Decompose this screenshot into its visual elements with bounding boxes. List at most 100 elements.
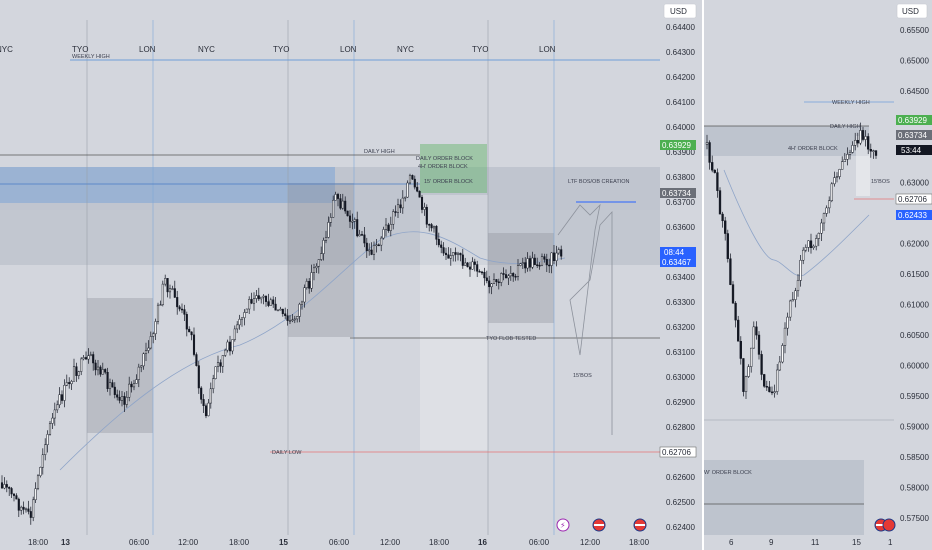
- candle-body: [377, 244, 380, 247]
- candle-body: [356, 219, 359, 237]
- candle-body: [444, 252, 448, 255]
- right-chart-panel[interactable]: DAILY HIGH WEEKLY HIGH 4H' ORDER BLOCK 1…: [704, 0, 932, 550]
- candle-body: [473, 261, 476, 265]
- candle-body: [166, 278, 169, 293]
- candle-body: [46, 434, 49, 445]
- right-time-axis[interactable]: 6 9 11 15 1: [729, 538, 893, 547]
- candle-body: [260, 296, 263, 300]
- left-chart-canvas[interactable]: WEEKLY HIGH DAILY HIGH DAILY ORDER BLOCK…: [0, 0, 702, 550]
- left-currency-button[interactable]: USD: [670, 7, 687, 16]
- candle-body: [317, 259, 320, 267]
- candle-body: [34, 488, 37, 501]
- candle-body: [822, 213, 826, 224]
- candle-body: [293, 318, 296, 321]
- candle-body: [459, 252, 462, 256]
- candle-body: [96, 366, 100, 371]
- candle-body: [490, 283, 493, 288]
- candle-body: [308, 280, 311, 289]
- candle-body: [763, 374, 766, 387]
- candle-body: [718, 190, 722, 215]
- session-label: LON: [539, 45, 556, 54]
- candle-body: [744, 376, 748, 392]
- candle-body: [274, 303, 277, 311]
- candle-body: [550, 252, 553, 266]
- candle-body: [80, 358, 83, 372]
- right-us-flag-icon-2[interactable]: [882, 518, 896, 532]
- candle-body: [200, 387, 203, 400]
- left-chart-panel[interactable]: WEEKLY HIGH DAILY HIGH DAILY ORDER BLOCK…: [0, 0, 702, 550]
- candle-body: [411, 175, 414, 180]
- candle-body: [65, 382, 68, 386]
- candle-body: [329, 217, 332, 223]
- candle-body: [552, 252, 556, 261]
- candle-body: [760, 354, 763, 375]
- price-tag-gray: 0.63734: [662, 189, 691, 198]
- candle-body: [327, 222, 330, 238]
- candle-body: [240, 317, 244, 320]
- candle-body: [44, 444, 47, 456]
- candle-body: [288, 320, 292, 322]
- candle-body: [89, 354, 92, 356]
- tested-label: TYO FLOB TESTED: [486, 336, 536, 342]
- session-label: TYO: [72, 45, 88, 54]
- right-time-tick-label: 15: [852, 538, 861, 547]
- candle-body: [132, 383, 136, 388]
- time-tick-label: 15: [279, 538, 288, 547]
- price-tick-label: 0.64100: [666, 98, 695, 107]
- candle-body: [233, 328, 236, 340]
- candle-body: [72, 366, 76, 382]
- right-chart-canvas[interactable]: DAILY HIGH WEEKLY HIGH 4H' ORDER BLOCK 1…: [704, 0, 932, 550]
- candle-body: [495, 279, 498, 283]
- candle-body: [466, 262, 469, 268]
- left-time-axis[interactable]: 18:00 13 06:00 12:00 18:00 15 06:00 12:00 18:00 1…: [28, 538, 650, 547]
- candle-body: [428, 224, 431, 226]
- candle-body: [485, 277, 488, 282]
- candle-body: [322, 240, 325, 254]
- candle-body: [267, 301, 270, 306]
- right-weekly-ob-label: W' ORDER BLOCK: [704, 470, 752, 476]
- candle-body: [56, 404, 59, 411]
- candle-body: [291, 319, 294, 322]
- candle-body: [557, 249, 560, 254]
- candle-body: [82, 357, 85, 360]
- right-price-tag-white: 0.62706: [898, 195, 927, 204]
- right-countdown-tag: 53:44: [901, 146, 922, 155]
- candle-body: [341, 200, 344, 209]
- moving-average-right: [723, 169, 870, 277]
- candle-body: [848, 152, 852, 155]
- price-tick-label: 0.62900: [666, 398, 695, 407]
- candle-body: [281, 308, 284, 315]
- candle-body: [60, 394, 64, 401]
- candle-body: [101, 369, 104, 375]
- price-tick-label: 0.63700: [666, 198, 695, 207]
- candle-body: [394, 211, 397, 213]
- candle-body: [128, 383, 131, 398]
- candle-body: [721, 213, 724, 222]
- candle-body: [480, 271, 484, 274]
- candle-body: [116, 394, 119, 398]
- right-currency-button[interactable]: USD: [902, 7, 919, 16]
- time-tick-label: 13: [61, 538, 70, 547]
- candle-body: [874, 150, 878, 156]
- candle-body: [104, 369, 107, 373]
- candle-body: [348, 215, 352, 222]
- price-tick-label: 0.63200: [666, 323, 695, 332]
- candle-body: [519, 263, 522, 266]
- candle-body: [711, 162, 714, 171]
- candle-body: [298, 303, 301, 317]
- candle-body: [734, 302, 737, 321]
- candle-body: [835, 176, 839, 178]
- candle-body: [504, 274, 508, 279]
- candle-body: [365, 242, 368, 252]
- 4h-order-block-label: 4H' ORDER BLOCK: [418, 164, 468, 170]
- candle-body: [538, 264, 541, 267]
- candle-body: [344, 200, 347, 212]
- highlight-column: [420, 195, 488, 450]
- candle-body: [509, 273, 512, 277]
- candle-body: [171, 288, 174, 290]
- price-tick-label: 0.64000: [666, 123, 695, 132]
- right-price-tick-label: 0.64500: [900, 87, 929, 96]
- candle-body: [809, 240, 813, 249]
- candle-body: [425, 206, 428, 225]
- candle-body: [159, 304, 162, 307]
